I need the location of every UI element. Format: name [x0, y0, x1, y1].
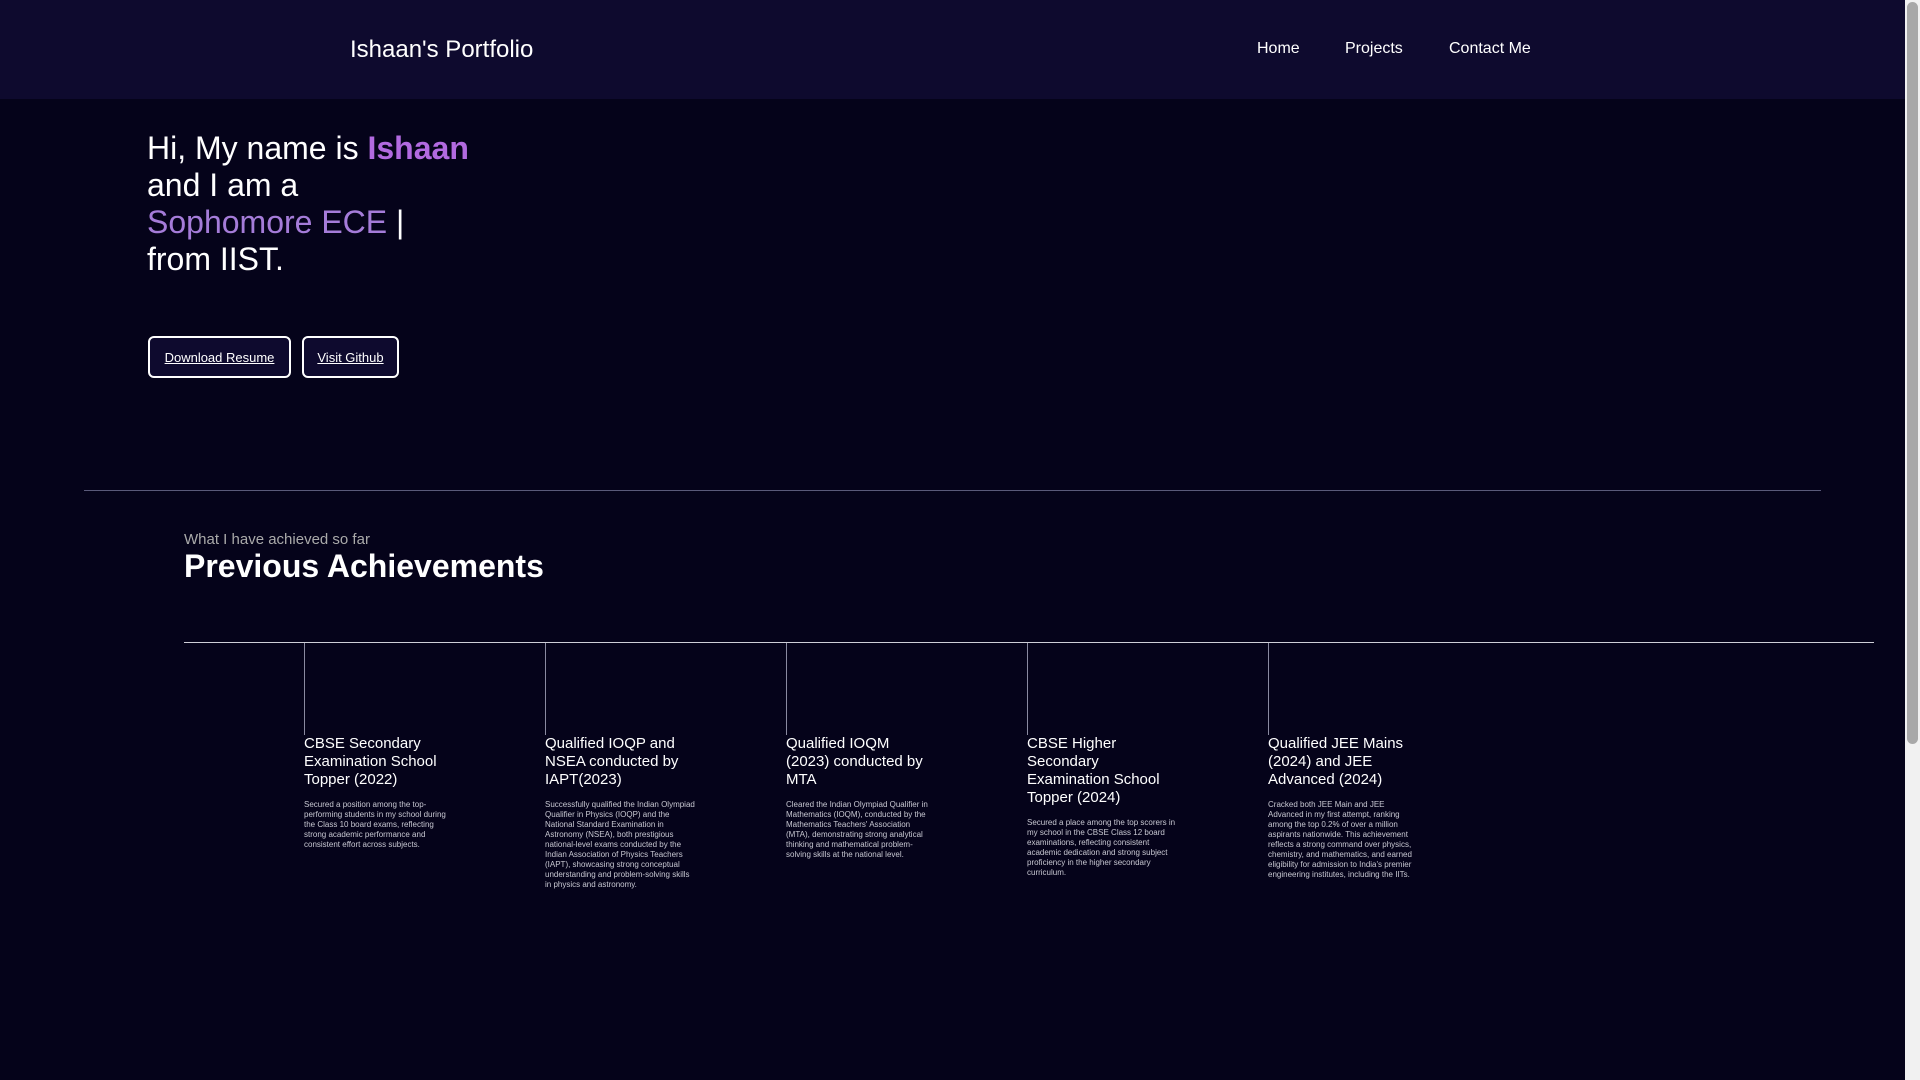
card-connector	[1268, 643, 1269, 735]
nav-link-contact[interactable]: Contact Me	[1449, 40, 1531, 58]
section-divider	[84, 490, 1821, 491]
card-connector	[304, 643, 305, 735]
hero-line-2: and I am a	[147, 167, 299, 203]
achievement-card: CBSE Secondary Examination School Topper…	[184, 643, 446, 903]
navbar: Ishaan's Portfolio Home Projects Contact…	[0, 0, 1905, 99]
achievements-subheading: What I have achieved so far	[184, 531, 370, 548]
hero-line-4: from IIST.	[147, 241, 284, 277]
achievement-card: Qualified IOQP and NSEA conducted by IAP…	[425, 643, 695, 903]
visit-github-button[interactable]: Visit Github	[302, 336, 399, 378]
card-connector	[1027, 643, 1028, 735]
hero-line-1: Hi, My name is Ishaan	[147, 130, 567, 167]
brand-title[interactable]: Ishaan's Portfolio	[350, 36, 533, 64]
hero-line-3: Sophomore ECE |	[147, 204, 567, 241]
card-title: Qualified JEE Mains (2024) and JEE Advan…	[1268, 735, 1404, 788]
card-description: Cracked both JEE Main and JEE Advanced i…	[1268, 800, 1412, 879]
achievement-card: Qualified JEE Mains (2024) and JEE Advan…	[1148, 643, 1412, 903]
hero-separator: |	[387, 204, 405, 240]
download-resume-button[interactable]: Download Resume	[148, 336, 291, 378]
nav-link-home[interactable]: Home	[1257, 40, 1300, 58]
achievement-card: Qualified IOQM (2023) conducted by MTA C…	[666, 643, 928, 903]
nav-link-projects[interactable]: Projects	[1345, 40, 1403, 58]
card-connector	[786, 643, 787, 735]
achievements-heading: Previous Achievements	[184, 548, 544, 584]
hero-intro: Hi, My name is Ishaan and I am a Sophomo…	[147, 130, 567, 278]
achievement-card: CBSE Higher Secondary Examination School…	[907, 643, 1175, 903]
hero-name: Ishaan	[367, 130, 469, 166]
card-connector	[545, 643, 546, 735]
hero-greeting: Hi, My name is	[147, 130, 368, 166]
hero-role: Sophomore ECE	[147, 204, 388, 240]
scrollbar-thumb[interactable]	[1907, 2, 1918, 744]
